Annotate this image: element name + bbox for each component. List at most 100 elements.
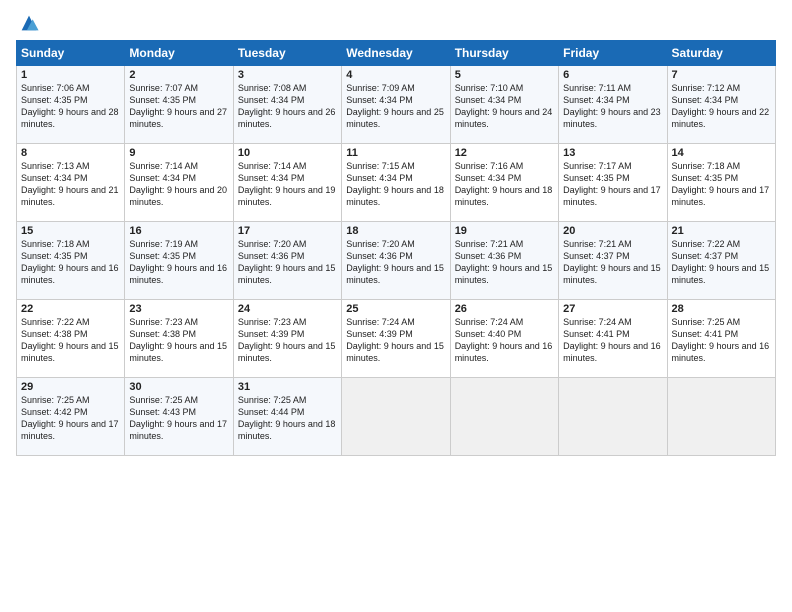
calendar-cell: 15 Sunrise: 7:18 AMSunset: 4:35 PMDaylig… — [17, 222, 125, 300]
calendar-cell: 2 Sunrise: 7:07 AMSunset: 4:35 PMDayligh… — [125, 66, 233, 144]
day-info: Sunrise: 7:25 AMSunset: 4:43 PMDaylight:… — [129, 395, 227, 441]
day-number: 26 — [455, 303, 554, 315]
day-info: Sunrise: 7:23 AMSunset: 4:38 PMDaylight:… — [129, 317, 227, 363]
calendar-cell: 8 Sunrise: 7:13 AMSunset: 4:34 PMDayligh… — [17, 144, 125, 222]
day-number: 2 — [129, 69, 228, 81]
day-number: 27 — [563, 303, 662, 315]
day-info: Sunrise: 7:23 AMSunset: 4:39 PMDaylight:… — [238, 317, 336, 363]
day-number: 12 — [455, 147, 554, 159]
day-number: 28 — [672, 303, 771, 315]
day-info: Sunrise: 7:11 AMSunset: 4:34 PMDaylight:… — [563, 83, 661, 129]
calendar-cell: 1 Sunrise: 7:06 AMSunset: 4:35 PMDayligh… — [17, 66, 125, 144]
calendar-cell: 9 Sunrise: 7:14 AMSunset: 4:34 PMDayligh… — [125, 144, 233, 222]
calendar-table: SundayMondayTuesdayWednesdayThursdayFrid… — [16, 40, 776, 456]
day-number: 22 — [21, 303, 120, 315]
day-info: Sunrise: 7:24 AMSunset: 4:41 PMDaylight:… — [563, 317, 661, 363]
day-info: Sunrise: 7:15 AMSunset: 4:34 PMDaylight:… — [346, 161, 444, 207]
day-info: Sunrise: 7:13 AMSunset: 4:34 PMDaylight:… — [21, 161, 119, 207]
day-number: 25 — [346, 303, 445, 315]
day-number: 11 — [346, 147, 445, 159]
day-info: Sunrise: 7:14 AMSunset: 4:34 PMDaylight:… — [238, 161, 336, 207]
day-info: Sunrise: 7:18 AMSunset: 4:35 PMDaylight:… — [672, 161, 770, 207]
day-info: Sunrise: 7:25 AMSunset: 4:42 PMDaylight:… — [21, 395, 119, 441]
col-header-sunday: Sunday — [17, 41, 125, 66]
calendar-cell: 27 Sunrise: 7:24 AMSunset: 4:41 PMDaylig… — [559, 300, 667, 378]
day-number: 10 — [238, 147, 337, 159]
calendar-cell: 14 Sunrise: 7:18 AMSunset: 4:35 PMDaylig… — [667, 144, 775, 222]
calendar-cell: 25 Sunrise: 7:24 AMSunset: 4:39 PMDaylig… — [342, 300, 450, 378]
day-info: Sunrise: 7:24 AMSunset: 4:39 PMDaylight:… — [346, 317, 444, 363]
day-number: 1 — [21, 69, 120, 81]
calendar-cell: 10 Sunrise: 7:14 AMSunset: 4:34 PMDaylig… — [233, 144, 341, 222]
calendar-cell: 11 Sunrise: 7:15 AMSunset: 4:34 PMDaylig… — [342, 144, 450, 222]
day-info: Sunrise: 7:08 AMSunset: 4:34 PMDaylight:… — [238, 83, 336, 129]
day-number: 23 — [129, 303, 228, 315]
calendar-cell: 29 Sunrise: 7:25 AMSunset: 4:42 PMDaylig… — [17, 378, 125, 456]
day-info: Sunrise: 7:14 AMSunset: 4:34 PMDaylight:… — [129, 161, 227, 207]
week-row-5: 29 Sunrise: 7:25 AMSunset: 4:42 PMDaylig… — [17, 378, 776, 456]
col-header-wednesday: Wednesday — [342, 41, 450, 66]
calendar-cell — [342, 378, 450, 456]
day-info: Sunrise: 7:25 AMSunset: 4:41 PMDaylight:… — [672, 317, 770, 363]
day-info: Sunrise: 7:25 AMSunset: 4:44 PMDaylight:… — [238, 395, 336, 441]
day-info: Sunrise: 7:24 AMSunset: 4:40 PMDaylight:… — [455, 317, 553, 363]
day-number: 9 — [129, 147, 228, 159]
day-info: Sunrise: 7:20 AMSunset: 4:36 PMDaylight:… — [238, 239, 336, 285]
day-info: Sunrise: 7:21 AMSunset: 4:37 PMDaylight:… — [563, 239, 661, 285]
calendar-cell: 22 Sunrise: 7:22 AMSunset: 4:38 PMDaylig… — [17, 300, 125, 378]
day-number: 8 — [21, 147, 120, 159]
day-number: 30 — [129, 381, 228, 393]
day-info: Sunrise: 7:22 AMSunset: 4:37 PMDaylight:… — [672, 239, 770, 285]
day-number: 31 — [238, 381, 337, 393]
calendar-cell: 26 Sunrise: 7:24 AMSunset: 4:40 PMDaylig… — [450, 300, 558, 378]
day-number: 14 — [672, 147, 771, 159]
day-info: Sunrise: 7:12 AMSunset: 4:34 PMDaylight:… — [672, 83, 770, 129]
col-header-tuesday: Tuesday — [233, 41, 341, 66]
day-info: Sunrise: 7:06 AMSunset: 4:35 PMDaylight:… — [21, 83, 119, 129]
day-info: Sunrise: 7:20 AMSunset: 4:36 PMDaylight:… — [346, 239, 444, 285]
day-info: Sunrise: 7:19 AMSunset: 4:35 PMDaylight:… — [129, 239, 227, 285]
calendar-cell: 28 Sunrise: 7:25 AMSunset: 4:41 PMDaylig… — [667, 300, 775, 378]
day-info: Sunrise: 7:18 AMSunset: 4:35 PMDaylight:… — [21, 239, 119, 285]
calendar-cell: 17 Sunrise: 7:20 AMSunset: 4:36 PMDaylig… — [233, 222, 341, 300]
logo-icon — [18, 12, 40, 34]
week-row-1: 1 Sunrise: 7:06 AMSunset: 4:35 PMDayligh… — [17, 66, 776, 144]
day-number: 29 — [21, 381, 120, 393]
day-number: 13 — [563, 147, 662, 159]
calendar-cell: 5 Sunrise: 7:10 AMSunset: 4:34 PMDayligh… — [450, 66, 558, 144]
calendar-cell — [450, 378, 558, 456]
day-info: Sunrise: 7:09 AMSunset: 4:34 PMDaylight:… — [346, 83, 444, 129]
calendar-cell: 31 Sunrise: 7:25 AMSunset: 4:44 PMDaylig… — [233, 378, 341, 456]
day-number: 18 — [346, 225, 445, 237]
calendar-cell: 20 Sunrise: 7:21 AMSunset: 4:37 PMDaylig… — [559, 222, 667, 300]
calendar-cell: 19 Sunrise: 7:21 AMSunset: 4:36 PMDaylig… — [450, 222, 558, 300]
col-header-monday: Monday — [125, 41, 233, 66]
calendar-cell: 30 Sunrise: 7:25 AMSunset: 4:43 PMDaylig… — [125, 378, 233, 456]
calendar-cell: 16 Sunrise: 7:19 AMSunset: 4:35 PMDaylig… — [125, 222, 233, 300]
calendar-cell: 18 Sunrise: 7:20 AMSunset: 4:36 PMDaylig… — [342, 222, 450, 300]
day-number: 19 — [455, 225, 554, 237]
day-number: 15 — [21, 225, 120, 237]
day-number: 20 — [563, 225, 662, 237]
day-info: Sunrise: 7:22 AMSunset: 4:38 PMDaylight:… — [21, 317, 119, 363]
day-number: 5 — [455, 69, 554, 81]
calendar-cell: 23 Sunrise: 7:23 AMSunset: 4:38 PMDaylig… — [125, 300, 233, 378]
day-number: 24 — [238, 303, 337, 315]
calendar-cell: 4 Sunrise: 7:09 AMSunset: 4:34 PMDayligh… — [342, 66, 450, 144]
week-row-4: 22 Sunrise: 7:22 AMSunset: 4:38 PMDaylig… — [17, 300, 776, 378]
week-row-2: 8 Sunrise: 7:13 AMSunset: 4:34 PMDayligh… — [17, 144, 776, 222]
day-number: 4 — [346, 69, 445, 81]
day-info: Sunrise: 7:17 AMSunset: 4:35 PMDaylight:… — [563, 161, 661, 207]
calendar-page: SundayMondayTuesdayWednesdayThursdayFrid… — [0, 0, 792, 612]
day-number: 6 — [563, 69, 662, 81]
calendar-cell: 21 Sunrise: 7:22 AMSunset: 4:37 PMDaylig… — [667, 222, 775, 300]
calendar-cell: 24 Sunrise: 7:23 AMSunset: 4:39 PMDaylig… — [233, 300, 341, 378]
calendar-cell — [559, 378, 667, 456]
col-header-friday: Friday — [559, 41, 667, 66]
day-info: Sunrise: 7:10 AMSunset: 4:34 PMDaylight:… — [455, 83, 553, 129]
day-number: 3 — [238, 69, 337, 81]
logo — [16, 12, 40, 34]
calendar-cell: 7 Sunrise: 7:12 AMSunset: 4:34 PMDayligh… — [667, 66, 775, 144]
col-header-saturday: Saturday — [667, 41, 775, 66]
day-info: Sunrise: 7:21 AMSunset: 4:36 PMDaylight:… — [455, 239, 553, 285]
